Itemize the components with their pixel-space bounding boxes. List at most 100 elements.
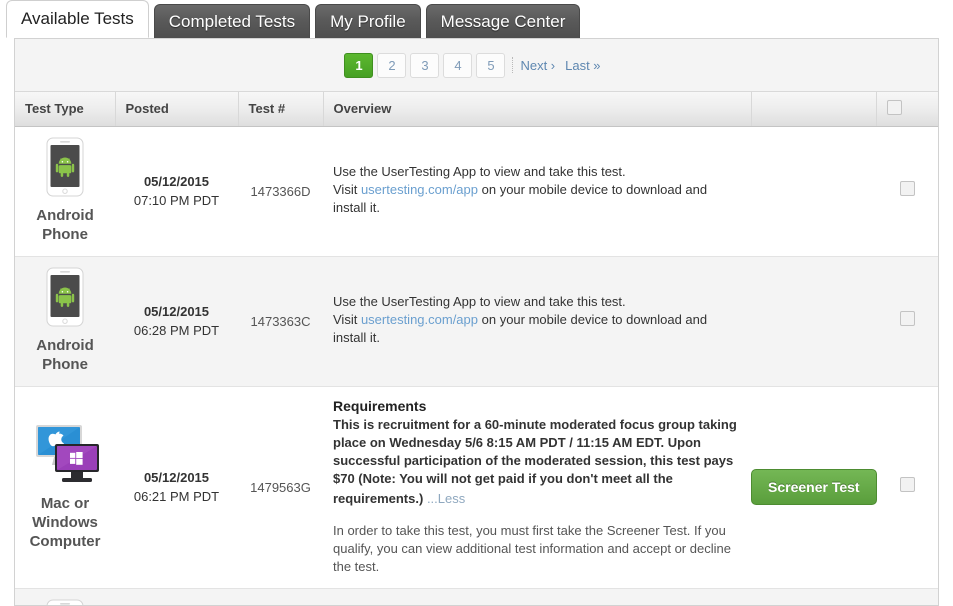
- column-header-test-type: Test Type: [15, 92, 116, 127]
- table-header-row: Test Type Posted Test # Overview: [15, 92, 938, 127]
- cell-overview: Use the UserTesting App to view and take…: [323, 588, 751, 605]
- pagination-page-5[interactable]: 5: [476, 52, 506, 78]
- row-select-checkbox[interactable]: [899, 311, 915, 326]
- device-type: Mac or Windows Computer: [15, 411, 115, 563]
- table-row[interactable]: Android Phone 05/12/2015 06:28 PM PDT 14…: [15, 256, 938, 387]
- cell-action: [751, 256, 876, 387]
- cell-overview: Use the UserTesting App to view and take…: [323, 126, 751, 257]
- device-type-label: Mac or Windows Computer: [29, 495, 101, 550]
- main-tab-bar: Available Tests Completed Tests My Profi…: [0, 0, 953, 38]
- less-toggle-link[interactable]: ...Less: [427, 490, 465, 508]
- screener-instructions: In order to take this test, you must fir…: [333, 522, 731, 574]
- overview-line-1: Use the UserTesting App to view and take…: [333, 164, 626, 179]
- cell-test-number: 1473366D: [238, 126, 323, 257]
- pagination-page-3[interactable]: 3: [410, 52, 440, 78]
- tab-completed-tests[interactable]: Completed Tests: [153, 4, 311, 38]
- device-type: Android Phone: [15, 127, 115, 256]
- column-header-action: [751, 92, 877, 127]
- cell-select: [876, 256, 938, 387]
- test-number: 1473363C: [250, 313, 311, 329]
- column-header-test-number: Test #: [238, 92, 324, 127]
- screener-test-button[interactable]: Screener Test: [751, 469, 877, 505]
- cell-posted: 05/12/2015 06:21 PM PDT: [115, 386, 238, 589]
- overview-line-2: Visit usertesting.com/app on your mobile…: [333, 181, 737, 217]
- test-number: 1473366D: [250, 183, 311, 199]
- cell-action: Screener Test: [751, 386, 877, 589]
- pagination-page-2[interactable]: 2: [377, 52, 407, 78]
- table-header: Test Type Posted Test # Overview: [15, 92, 938, 127]
- tests-panel: 1 2 3 4 5 Next › Last » Test Type Posted…: [14, 38, 939, 606]
- overview-text: Requirements This is recruitment for a 6…: [323, 387, 751, 588]
- posted-datetime: 05/12/2015 07:10 PM PDT: [115, 172, 238, 210]
- android-phone-icon: [43, 137, 87, 197]
- device-type: Android Phone: [15, 257, 115, 386]
- posted-date: 05/12/2015: [143, 174, 210, 189]
- pagination-last-link[interactable]: Last »: [565, 58, 600, 73]
- device-type: Android Phone: [15, 589, 115, 605]
- usertesting-app-link[interactable]: usertesting.com/app: [361, 312, 478, 327]
- requirements-body: This is recruitment for a 60-minute mode…: [333, 416, 737, 506]
- tab-message-center[interactable]: Message Center: [425, 4, 581, 38]
- select-all-checkbox[interactable]: [886, 99, 902, 115]
- android-phone-icon: [43, 599, 87, 605]
- cell-test-number: 1473363C: [238, 256, 323, 387]
- cell-test-type: Android Phone: [15, 256, 115, 387]
- pagination-divider: [512, 57, 514, 73]
- cell-action: [751, 126, 876, 257]
- pagination: 1 2 3 4 5 Next › Last »: [15, 39, 938, 92]
- row-select-checkbox[interactable]: [899, 477, 915, 492]
- cell-action: [751, 588, 876, 605]
- posted-datetime: 05/12/2015 06:28 PM PDT: [115, 302, 238, 340]
- cell-select: [876, 126, 938, 257]
- cell-test-type: Android Phone: [15, 588, 115, 605]
- table-row[interactable]: Android Phone 05/12/2015 05:39 PM PDT 14…: [15, 588, 938, 605]
- posted-date: 05/12/2015: [143, 304, 210, 319]
- page-root: Available Tests Completed Tests My Profi…: [0, 0, 953, 606]
- pagination-next-link[interactable]: Next ›: [520, 58, 555, 73]
- tab-label: Available Tests: [21, 9, 134, 28]
- tab-label: Message Center: [440, 12, 566, 31]
- table-row[interactable]: Android Phone 05/12/2015 07:10 PM PDT 14…: [15, 126, 938, 257]
- pagination-page-1[interactable]: 1: [344, 52, 374, 78]
- cell-posted: 05/12/2015 06:28 PM PDT: [115, 256, 238, 387]
- device-type-label: Android Phone: [36, 206, 94, 243]
- test-number: 1479563G: [250, 479, 311, 495]
- cell-overview: Requirements This is recruitment for a 6…: [323, 386, 751, 589]
- overview-text: Use the UserTesting App to view and take…: [323, 283, 751, 359]
- android-phone-icon: [43, 267, 87, 327]
- table-body: Android Phone 05/12/2015 07:10 PM PDT 14…: [15, 126, 938, 605]
- device-type-label: Android Phone: [36, 336, 94, 373]
- tab-available-tests[interactable]: Available Tests: [6, 0, 149, 38]
- posted-datetime: 05/12/2015 06:21 PM PDT: [115, 468, 238, 506]
- usertesting-app-link[interactable]: usertesting.com/app: [361, 182, 478, 197]
- overview-line-1: Use the UserTesting App to view and take…: [333, 294, 626, 309]
- pagination-page-4[interactable]: 4: [443, 52, 473, 78]
- posted-date: 05/12/2015: [143, 470, 210, 485]
- cell-overview: Use the UserTesting App to view and take…: [323, 256, 751, 387]
- posted-time: 06:21 PM PDT: [133, 489, 220, 504]
- cell-test-number: 1473428C: [238, 588, 323, 605]
- mac-or-windows-computer-icon: [26, 421, 104, 485]
- cell-test-number: 1479563G: [238, 386, 323, 589]
- cell-test-type: Mac or Windows Computer: [15, 386, 115, 589]
- tab-my-profile[interactable]: My Profile: [315, 4, 421, 38]
- overview-visit-prefix: Visit: [333, 312, 361, 327]
- cell-select: [876, 588, 938, 605]
- cell-select: [876, 386, 938, 589]
- column-header-select-all: [876, 92, 938, 127]
- tab-label: Completed Tests: [168, 12, 296, 31]
- cell-posted: 05/12/2015 05:39 PM PDT: [115, 588, 238, 605]
- overview-line-2: Visit usertesting.com/app on your mobile…: [333, 311, 737, 347]
- column-header-overview: Overview: [323, 92, 752, 127]
- overview-visit-prefix: Visit: [333, 182, 361, 197]
- cell-test-type: Android Phone: [15, 126, 115, 257]
- posted-time: 06:28 PM PDT: [133, 323, 220, 338]
- requirements-title: Requirements: [333, 397, 427, 414]
- posted-time: 07:10 PM PDT: [133, 193, 220, 208]
- table-row[interactable]: Mac or Windows Computer 05/12/2015 06:21…: [15, 386, 938, 589]
- cell-posted: 05/12/2015 07:10 PM PDT: [115, 126, 238, 257]
- row-select-checkbox[interactable]: [899, 181, 915, 196]
- overview-text: Use the UserTesting App to view and take…: [323, 153, 751, 229]
- column-header-posted: Posted: [115, 92, 239, 127]
- available-tests-table: Test Type Posted Test # Overview Android…: [15, 92, 938, 605]
